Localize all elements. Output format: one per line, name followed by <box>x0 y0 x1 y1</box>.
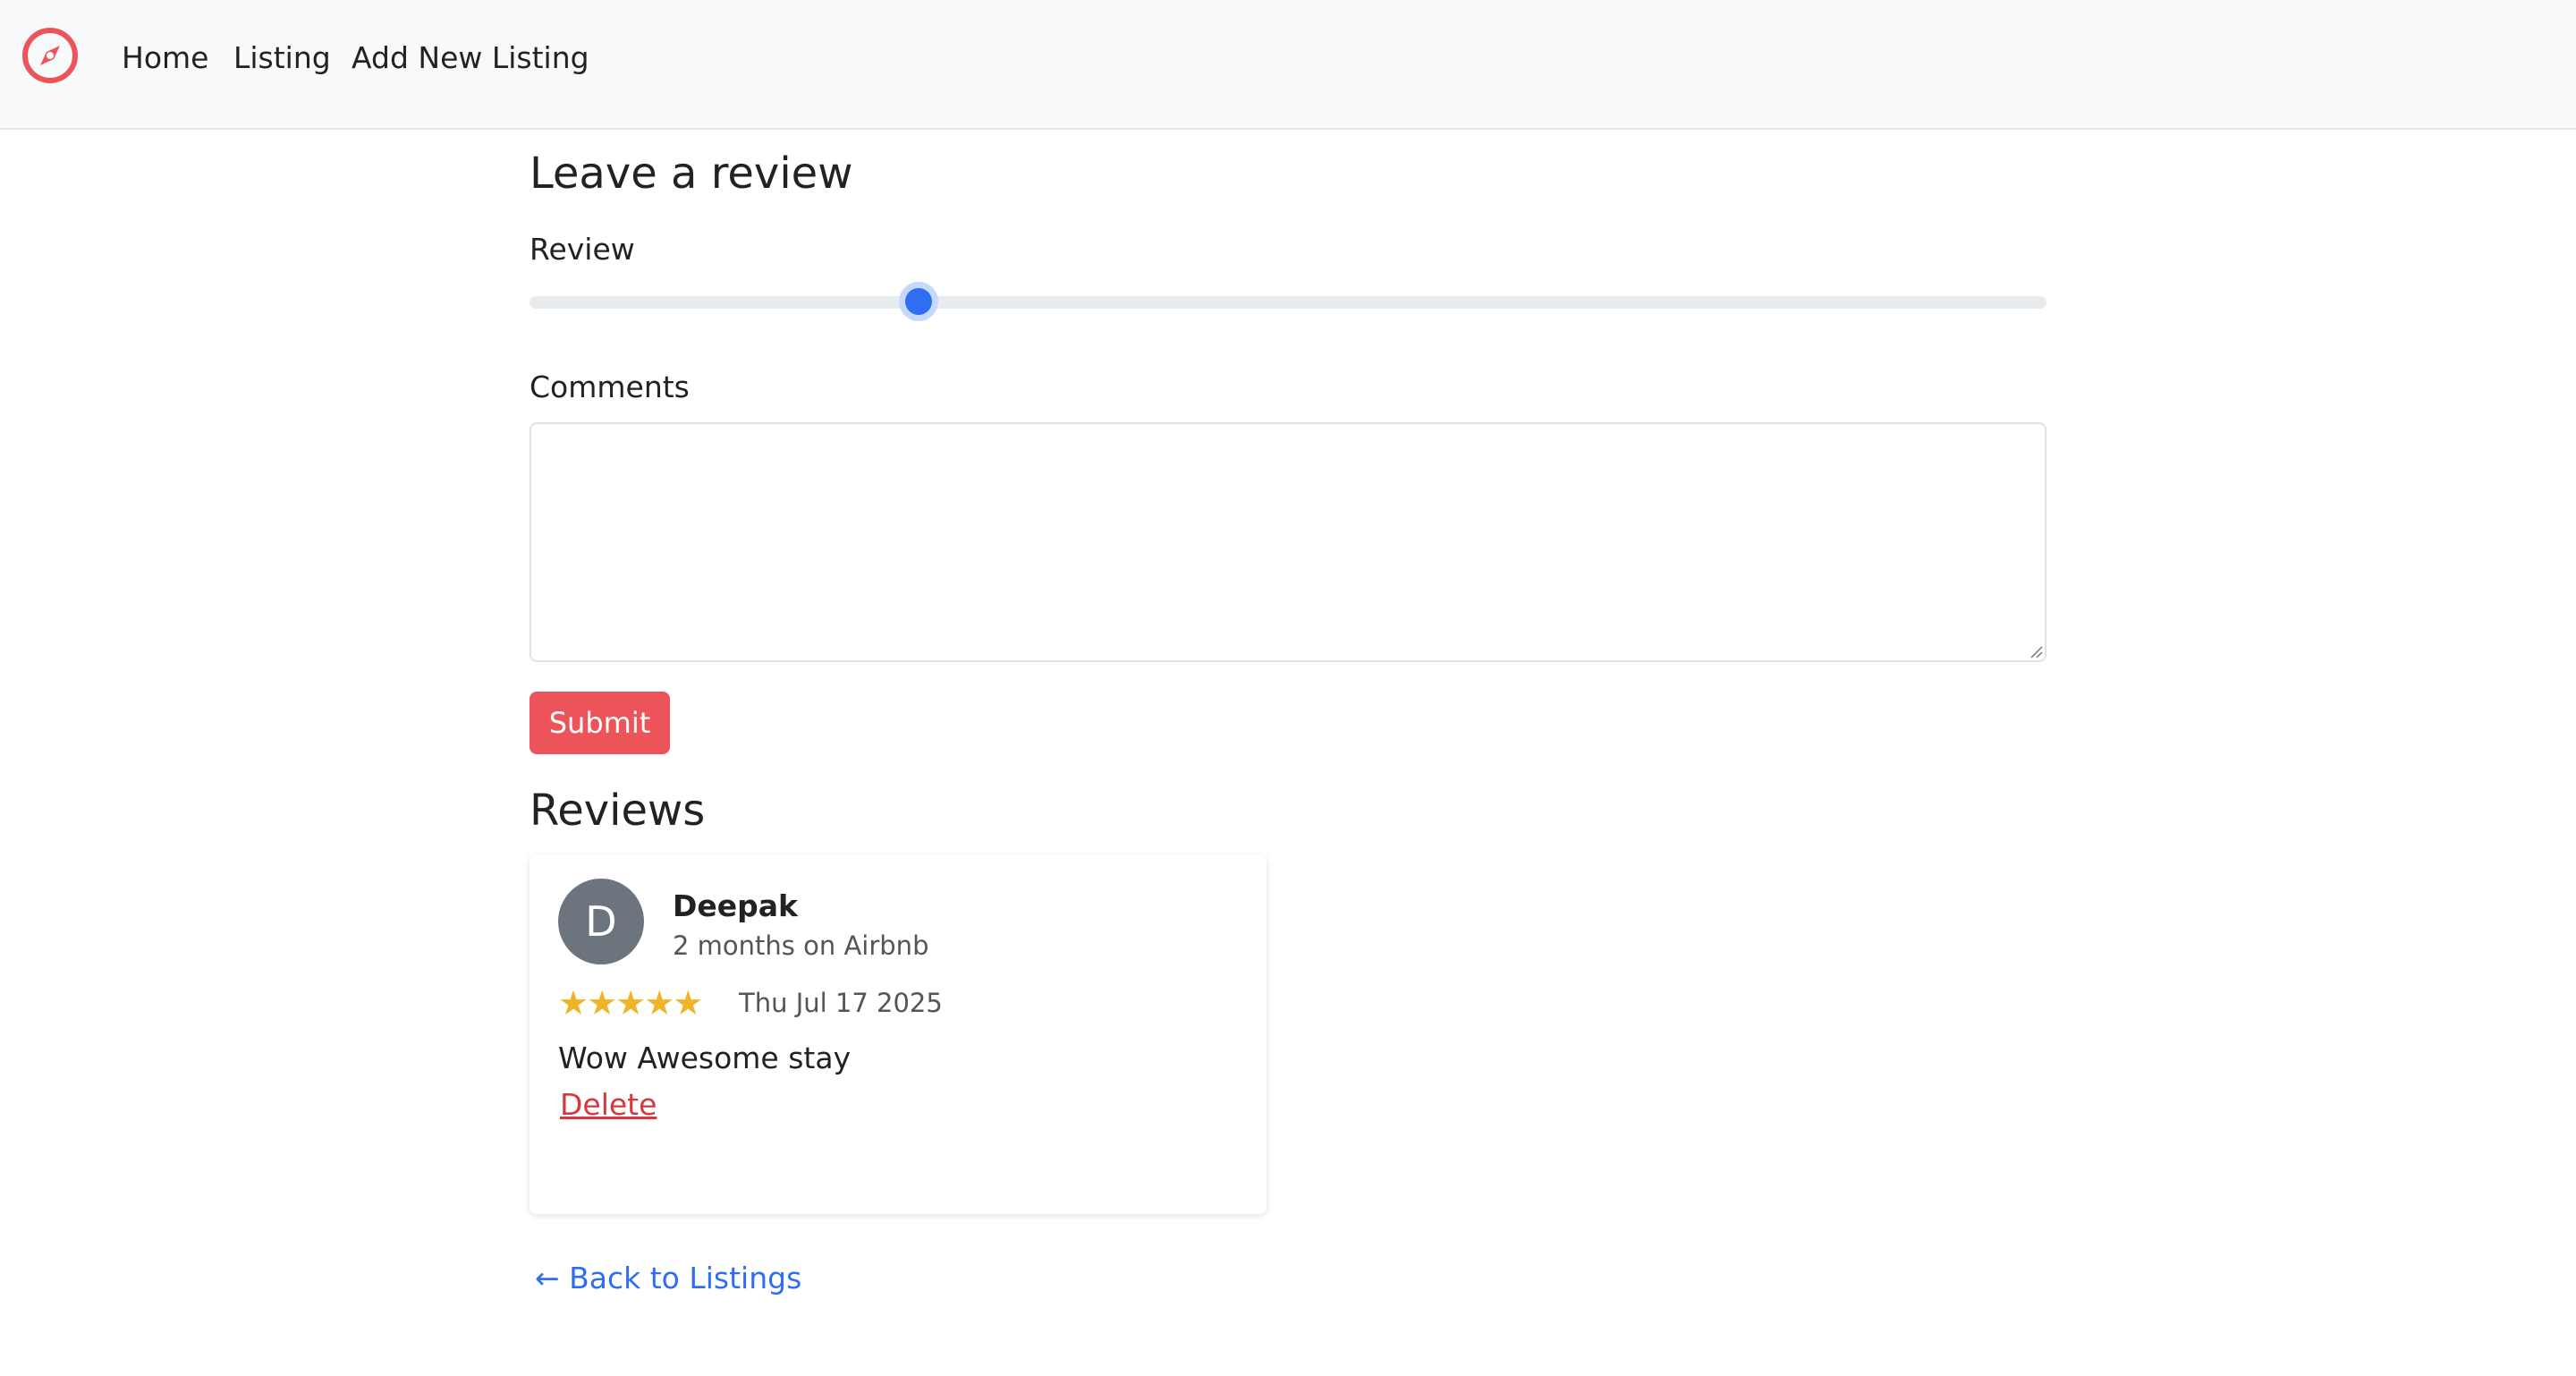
rating-slider-track[interactable] <box>530 296 2046 309</box>
resize-grip-icon[interactable] <box>2029 644 2043 658</box>
comments-textarea[interactable] <box>530 422 2046 662</box>
delete-review-link[interactable]: Delete <box>560 1085 657 1125</box>
nav-link-home[interactable]: Home <box>122 38 208 79</box>
review-date: Thu Jul 17 2025 <box>739 988 943 1018</box>
nav-link-listing[interactable]: Listing <box>233 38 331 79</box>
navbar: Home Listing Add New Listing <box>0 0 2576 130</box>
review-card: D Deepak 2 months on Airbnb ★★★★★ Thu Ju… <box>530 854 1267 1214</box>
star-rating: ★★★★★ <box>558 983 703 1023</box>
nav-link-add-new-listing[interactable]: Add New Listing <box>352 38 589 79</box>
compass-icon[interactable] <box>20 25 80 86</box>
rating-label: Review <box>530 232 635 267</box>
comments-label: Comments <box>530 369 690 404</box>
back-to-listings-link[interactable]: ← Back to Listings <box>535 1259 801 1298</box>
rating-slider-thumb[interactable] <box>899 282 938 321</box>
avatar: D <box>558 879 644 964</box>
submit-button[interactable]: Submit <box>530 692 670 754</box>
reviewer-name: Deepak <box>673 888 798 923</box>
review-comment: Wow Awesome stay <box>558 1040 852 1075</box>
reviewer-meta: 2 months on Airbnb <box>673 930 929 961</box>
review-form-title: Leave a review <box>530 149 853 199</box>
rating-slider[interactable] <box>530 282 2046 321</box>
reviews-title: Reviews <box>530 786 706 836</box>
